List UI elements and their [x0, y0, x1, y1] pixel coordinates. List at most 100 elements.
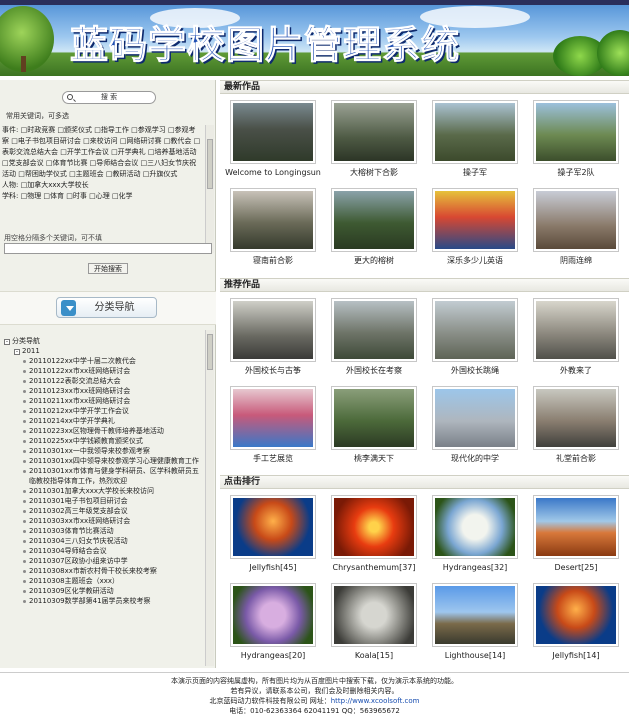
tree-item[interactable]: 20110303xx市xx班网络研讨会 [23, 516, 202, 526]
thumbnail-caption[interactable]: Lighthouse[14] [427, 651, 523, 661]
gallery-item[interactable]: 手工艺展览 [225, 386, 321, 464]
tree-item[interactable]: 20110122xx中学十届二次教代会 [23, 356, 202, 366]
tree-item[interactable]: 20110302高三年级党支部会议 [23, 506, 202, 516]
gallery-item[interactable]: 阴雨连绵 [528, 188, 624, 266]
tree-item[interactable]: 20110308xx市新农村骨干校长来校考察 [23, 566, 202, 576]
gallery-item[interactable]: 操子军2队 [528, 100, 624, 178]
gallery-item[interactable]: 礼堂前合影 [528, 386, 624, 464]
tree-item[interactable]: 20110301加拿大xxx大学校长来校访问 [23, 486, 202, 496]
tree-item[interactable]: 20110211xx市xx班网络研讨会 [23, 396, 202, 406]
tree-item[interactable]: 20110212xx中学开学工作会议 [23, 406, 202, 416]
thumbnail-image[interactable] [432, 188, 518, 252]
thumbnail-image[interactable] [432, 386, 518, 450]
thumbnail-image[interactable] [230, 298, 316, 362]
thumbnail-caption[interactable]: 外国校长在考察 [326, 366, 422, 376]
gallery-item[interactable]: 寝南前合影 [225, 188, 321, 266]
keyword-input[interactable] [4, 243, 212, 254]
thumbnail-image[interactable] [533, 188, 619, 252]
tree-item[interactable]: 20110307区政协小组来访中学 [23, 556, 202, 566]
thumbnail-image[interactable] [230, 100, 316, 164]
gallery-item[interactable]: 操子军 [427, 100, 523, 178]
tree-item[interactable]: 20110122表彰交流总结大会 [23, 376, 202, 386]
gallery-item[interactable]: 深乐多少儿英语 [427, 188, 523, 266]
thumbnail-caption[interactable]: Koala[15] [326, 651, 422, 661]
thumbnail-caption[interactable]: Jellyfish[14] [528, 651, 624, 661]
tree-root[interactable]: - 分类导航 [4, 336, 202, 346]
thumbnail-caption[interactable]: 外教来了 [528, 366, 624, 376]
thumbnail-image[interactable] [533, 100, 619, 164]
thumbnail-caption[interactable]: 外国校长跳绳 [427, 366, 523, 376]
tree-scrollbar[interactable] [205, 330, 214, 666]
thumbnail-image[interactable] [230, 188, 316, 252]
thumbnail-image[interactable] [533, 495, 619, 559]
collapse-icon[interactable]: - [4, 339, 10, 345]
thumbnail-caption[interactable]: 操子军2队 [528, 168, 624, 178]
thumbnail-image[interactable] [432, 583, 518, 647]
gallery-item[interactable]: Chrysanthemum[37] [326, 495, 422, 573]
thumbnail-caption[interactable]: 寝南前合影 [225, 256, 321, 266]
tree-item[interactable]: 20110123xx市xx班网络研讨会 [23, 386, 202, 396]
gallery-item[interactable]: 桃李满天下 [326, 386, 422, 464]
thumbnail-caption[interactable]: 更大的榕树 [326, 256, 422, 266]
thumbnail-caption[interactable]: 大榕树下合影 [326, 168, 422, 178]
thumbnail-caption[interactable]: 现代化的中学 [427, 454, 523, 464]
thumbnail-image[interactable] [331, 583, 417, 647]
tree-item[interactable]: 20110223xx区物理骨干教师培养基地活动 [23, 426, 202, 436]
tree-item[interactable]: 20110301xx四中领导来校参观学习心理健康教育工作 [23, 456, 202, 466]
gallery-item[interactable]: Jellyfish[45] [225, 495, 321, 573]
thumbnail-image[interactable] [432, 100, 518, 164]
thumbnail-caption[interactable]: Desert[25] [528, 563, 624, 573]
tree-item[interactable]: 20110304导师结合会议 [23, 546, 202, 556]
thumbnail-image[interactable] [533, 583, 619, 647]
tree-item[interactable]: 20110122xx市xx班网络研讨会 [23, 366, 202, 376]
gallery-item[interactable]: 外教来了 [528, 298, 624, 376]
tree-item[interactable]: 20110225xx中学钱颖教育颁奖仪式 [23, 436, 202, 446]
tree-item[interactable]: 20110308主题班会（xxx） [23, 576, 202, 586]
gallery-item[interactable]: Desert[25] [528, 495, 624, 573]
thumbnail-image[interactable] [432, 298, 518, 362]
thumbnail-caption[interactable]: 深乐多少儿英语 [427, 256, 523, 266]
gallery-item[interactable]: 更大的榕树 [326, 188, 422, 266]
thumbnail-image[interactable] [230, 386, 316, 450]
gallery-item[interactable]: 外国校长跳绳 [427, 298, 523, 376]
thumbnail-caption[interactable]: Chrysanthemum[37] [326, 563, 422, 573]
thumbnail-image[interactable] [331, 100, 417, 164]
tree-item[interactable]: 20110303体育节比赛活动 [23, 526, 202, 536]
footer-website-link[interactable]: http://www.xcoolsoft.com [331, 697, 420, 705]
thumbnail-image[interactable] [230, 495, 316, 559]
thumbnail-caption[interactable]: 桃李满天下 [326, 454, 422, 464]
thumbnail-caption[interactable]: Hydrangeas[20] [225, 651, 321, 661]
thumbnail-image[interactable] [432, 495, 518, 559]
gallery-item[interactable]: Lighthouse[14] [427, 583, 523, 661]
gallery-item[interactable]: 外国校长与古筝 [225, 298, 321, 376]
thumbnail-caption[interactable]: Welcome to Longingsun [225, 168, 321, 178]
thumbnail-image[interactable] [331, 188, 417, 252]
gallery-item[interactable]: 现代化的中学 [427, 386, 523, 464]
thumbnail-caption[interactable]: 外国校长与古筝 [225, 366, 321, 376]
conditions-scrollbar[interactable] [205, 125, 214, 253]
tree-item[interactable]: 20110304三八妇女节庆祝活动 [23, 536, 202, 546]
thumbnail-caption[interactable]: 阴雨连绵 [528, 256, 624, 266]
event-checkbox-group[interactable]: 事件: □时政竞赛 □颁奖仪式 □指导工作 □参观学习 □参观考察 □电子书包项… [2, 125, 202, 180]
thumbnail-image[interactable] [331, 495, 417, 559]
thumbnail-caption[interactable]: 手工艺展览 [225, 454, 321, 464]
tree-item[interactable]: 20110301xx一中我领导来校参观考察 [23, 446, 202, 456]
search-button[interactable]: 搜 索 [62, 91, 156, 104]
thumbnail-image[interactable] [331, 386, 417, 450]
thumbnail-image[interactable] [533, 298, 619, 362]
tree-item[interactable]: 20110214xx中学开学典礼 [23, 416, 202, 426]
tree-year[interactable]: -2011 [4, 346, 202, 356]
thumbnail-caption[interactable]: 礼堂前合影 [528, 454, 624, 464]
thumbnail-caption[interactable]: 操子军 [427, 168, 523, 178]
gallery-item[interactable]: Hydrangeas[32] [427, 495, 523, 573]
subject-checkbox-group[interactable]: 学科: □物理 □体育 □时事 □心理 □化学 [2, 191, 202, 202]
gallery-item[interactable]: Koala[15] [326, 583, 422, 661]
tree-item[interactable]: 20110309数学部第41届学员来校考察 [23, 596, 202, 606]
scrollbar-thumb[interactable] [207, 334, 213, 370]
start-search-button[interactable]: 开始搜索 [88, 263, 128, 274]
scrollbar-thumb[interactable] [207, 139, 213, 189]
gallery-item[interactable]: 大榕树下合影 [326, 100, 422, 178]
people-checkbox-group[interactable]: 人物: □加拿大xxx大学校长 [2, 180, 202, 191]
gallery-item[interactable]: Welcome to Longingsun [225, 100, 321, 178]
category-nav-button[interactable]: 分类导航 [56, 297, 157, 318]
